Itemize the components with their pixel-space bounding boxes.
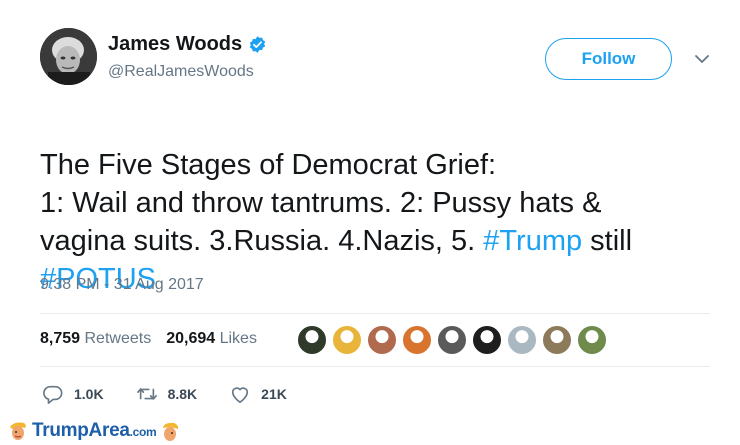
retweet-icon <box>136 388 157 400</box>
verified-badge-icon <box>249 36 266 53</box>
divider <box>40 366 710 367</box>
likes-label: Likes <box>219 330 257 347</box>
tweet-actions: 1.0K 8.8K 21K <box>42 384 319 404</box>
retweets-label: Retweets <box>84 330 152 347</box>
tweet-timestamp[interactable]: 9:38 PM - 31 Aug 2017 <box>40 276 204 294</box>
watermark: TrumpArea.com <box>8 420 180 442</box>
liker-avatar[interactable] <box>576 324 608 356</box>
watermark-text: TrumpArea.com <box>32 420 157 442</box>
trump-caricature-icon <box>163 422 179 441</box>
likes-stat[interactable]: 20,694 Likes <box>166 330 257 348</box>
divider <box>40 313 710 314</box>
trump-caricature-icon <box>10 422 26 440</box>
author-display-name[interactable]: James Woods <box>108 33 267 56</box>
retweets-stat[interactable]: 8,759 Retweets <box>40 330 151 348</box>
liker-avatar[interactable] <box>296 324 328 356</box>
follow-button[interactable]: Follow <box>545 38 672 80</box>
reply-button[interactable]: 1.0K <box>42 384 104 404</box>
display-name-text: James Woods <box>108 33 243 55</box>
liker-avatar[interactable] <box>471 324 503 356</box>
hashtag-trump[interactable]: #Trump <box>483 225 582 257</box>
like-button[interactable]: 21K <box>229 384 287 404</box>
watermark-brand: TrumpArea <box>32 420 130 441</box>
retweets-count: 8,759 <box>40 330 81 347</box>
liker-avatar[interactable] <box>401 324 433 356</box>
liker-avatar[interactable] <box>366 324 398 356</box>
retweet-button[interactable]: 8.8K <box>136 384 198 404</box>
tweet-text-segment: still <box>590 225 633 257</box>
author-photo <box>40 28 97 85</box>
engagement-stats: 8,759 Retweets 20,694 Likes <box>40 330 257 348</box>
liker-avatar[interactable] <box>331 324 363 356</box>
liker-avatars <box>296 324 608 356</box>
liker-avatar[interactable] <box>436 324 468 356</box>
liker-avatar[interactable] <box>541 324 573 356</box>
author-handle[interactable]: @RealJamesWoods <box>108 63 254 81</box>
tweet-text: The Five Stages of Democrat Grief: 1: Wa… <box>40 108 730 298</box>
like-count: 21K <box>261 386 287 402</box>
reply-count: 1.0K <box>74 386 104 402</box>
reply-icon <box>43 385 63 404</box>
watermark-suffix: .com <box>129 425 157 439</box>
heart-icon <box>232 387 249 403</box>
author-avatar[interactable] <box>40 28 97 85</box>
retweet-count: 8.8K <box>167 386 198 402</box>
chevron-down-icon[interactable] <box>694 53 710 65</box>
likes-count: 20,694 <box>166 330 216 347</box>
liker-avatar[interactable] <box>506 324 538 356</box>
